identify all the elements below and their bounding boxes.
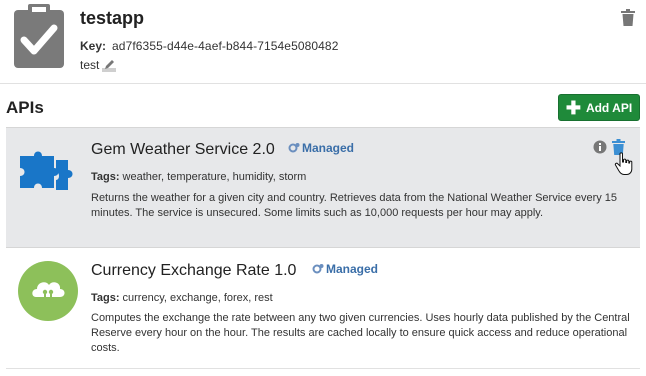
- api-name[interactable]: Currency Exchange Rate 1.0: [91, 262, 296, 280]
- puzzle-icon: [20, 151, 73, 190]
- api-list-item[interactable]: Currency Exchange Rate 1.0 Managed Tags:…: [6, 251, 640, 369]
- cloud-icon: [18, 261, 78, 321]
- pencil-icon[interactable]: [102, 58, 117, 72]
- app-header: testapp Key: ad7f6355-d44e-4aef-b844-7154…: [0, 0, 646, 84]
- app-description: test: [80, 58, 100, 72]
- app-title: testapp: [80, 8, 145, 28]
- tags-label: Tags:: [91, 292, 120, 304]
- tags-label: Tags:: [91, 171, 120, 183]
- info-icon[interactable]: [593, 140, 607, 154]
- key-value: ad7f6355-d44e-4aef-b844-7154e5080482: [112, 39, 339, 53]
- api-tags: Tags: weather, temperature, humidity, sto…: [91, 171, 306, 183]
- app-description-row: test: [80, 58, 117, 72]
- apis-section-title: APIs: [6, 98, 44, 117]
- api-list-item[interactable]: Gem Weather Service 2.0 Managed Tags: wea…: [6, 127, 640, 248]
- managed-label: Managed: [302, 141, 355, 155]
- add-api-label: Add API: [585, 100, 633, 115]
- hand-cursor-icon: [614, 152, 633, 175]
- managed-badge: Managed: [288, 141, 354, 155]
- key-label: Key:: [80, 39, 107, 53]
- api-name[interactable]: Gem Weather Service 2.0: [91, 141, 275, 159]
- clipboard-check-icon: [14, 4, 64, 68]
- tags-value: currency, exchange, forex, rest: [122, 292, 273, 304]
- api-description: Returns the weather for a given city and…: [91, 192, 618, 219]
- add-api-button[interactable]: ✚ Add API: [558, 94, 640, 121]
- api-description: Computes the exchange the rate between a…: [91, 312, 630, 354]
- gears-icon: [312, 264, 324, 274]
- managed-label: Managed: [326, 262, 379, 276]
- managed-badge: Managed: [312, 262, 378, 276]
- plus-icon: ✚: [565, 97, 581, 118]
- app-key-row: Key: ad7f6355-d44e-4aef-b844-7154e5080482: [80, 39, 338, 53]
- api-tags: Tags: currency, exchange, forex, rest: [91, 292, 273, 304]
- trash-icon[interactable]: [621, 9, 635, 26]
- tags-value: weather, temperature, humidity, storm: [122, 171, 307, 183]
- gears-icon: [288, 143, 300, 153]
